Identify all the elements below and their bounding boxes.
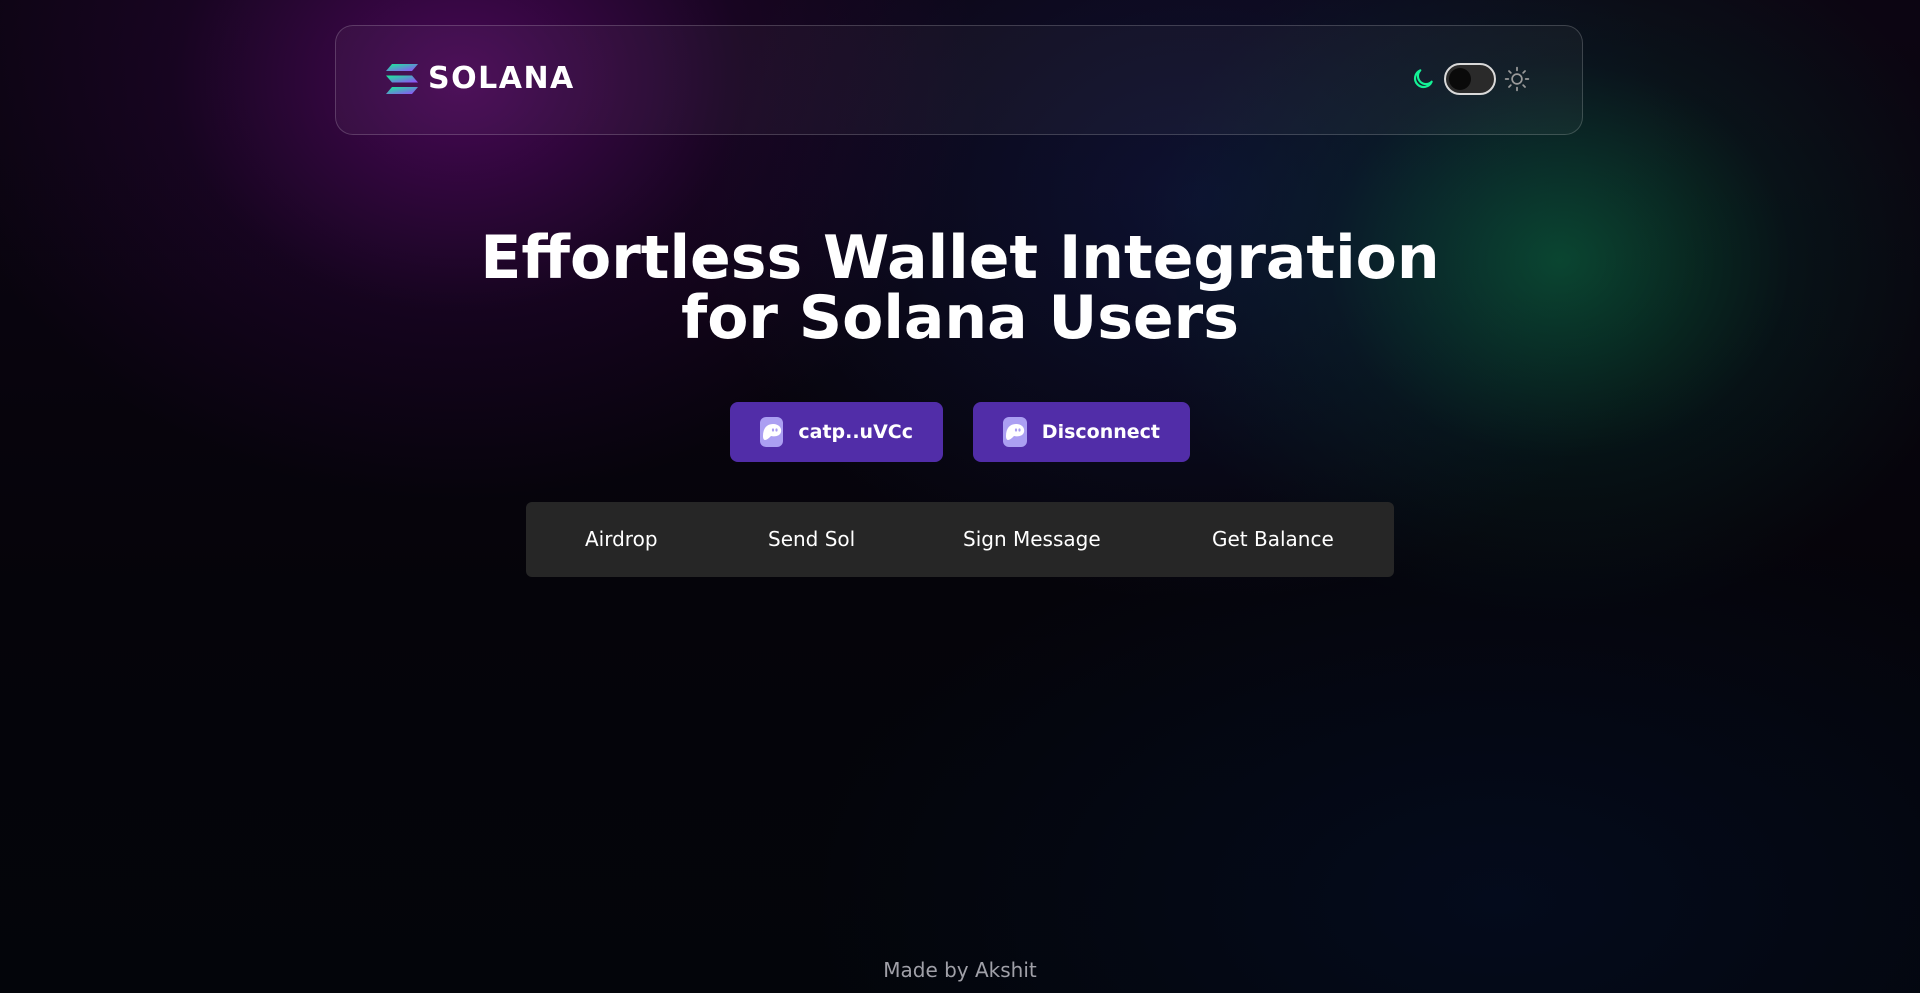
solana-logo[interactable]: SOLANA bbox=[386, 64, 575, 94]
theme-switch-knob bbox=[1449, 68, 1471, 90]
phantom-ghost-icon bbox=[1003, 417, 1027, 447]
tab-sign-message[interactable]: Sign Message bbox=[963, 502, 1101, 577]
solana-logo-icon bbox=[386, 64, 418, 94]
theme-switch[interactable] bbox=[1444, 63, 1496, 95]
hero-title: Effortless Wallet Integration for Solana… bbox=[0, 228, 1920, 348]
page-background bbox=[0, 0, 1920, 993]
hero-title-line2: for Solana Users bbox=[681, 283, 1239, 353]
moon-icon[interactable] bbox=[1410, 66, 1436, 92]
footer-credit: Made by Akshit bbox=[883, 958, 1037, 982]
tab-send-sol[interactable]: Send Sol bbox=[768, 502, 855, 577]
tab-airdrop[interactable]: Airdrop bbox=[585, 502, 658, 577]
hero-title-line1: Effortless Wallet Integration bbox=[480, 223, 1440, 293]
wallet-address-button[interactable]: catp..uVCc bbox=[730, 402, 943, 462]
theme-toggle bbox=[1410, 63, 1530, 95]
disconnect-button[interactable]: Disconnect bbox=[973, 402, 1190, 462]
tab-get-balance[interactable]: Get Balance bbox=[1212, 502, 1334, 577]
phantom-ghost-icon bbox=[760, 417, 784, 447]
disconnect-label: Disconnect bbox=[1041, 421, 1160, 443]
sun-icon[interactable] bbox=[1504, 66, 1530, 92]
wallet-address-label: catp..uVCc bbox=[798, 421, 913, 443]
action-bar: Airdrop Send Sol Sign Message Get Balanc… bbox=[526, 502, 1394, 577]
navbar: SOLANA bbox=[335, 25, 1583, 135]
logo-text: SOLANA bbox=[428, 61, 575, 96]
